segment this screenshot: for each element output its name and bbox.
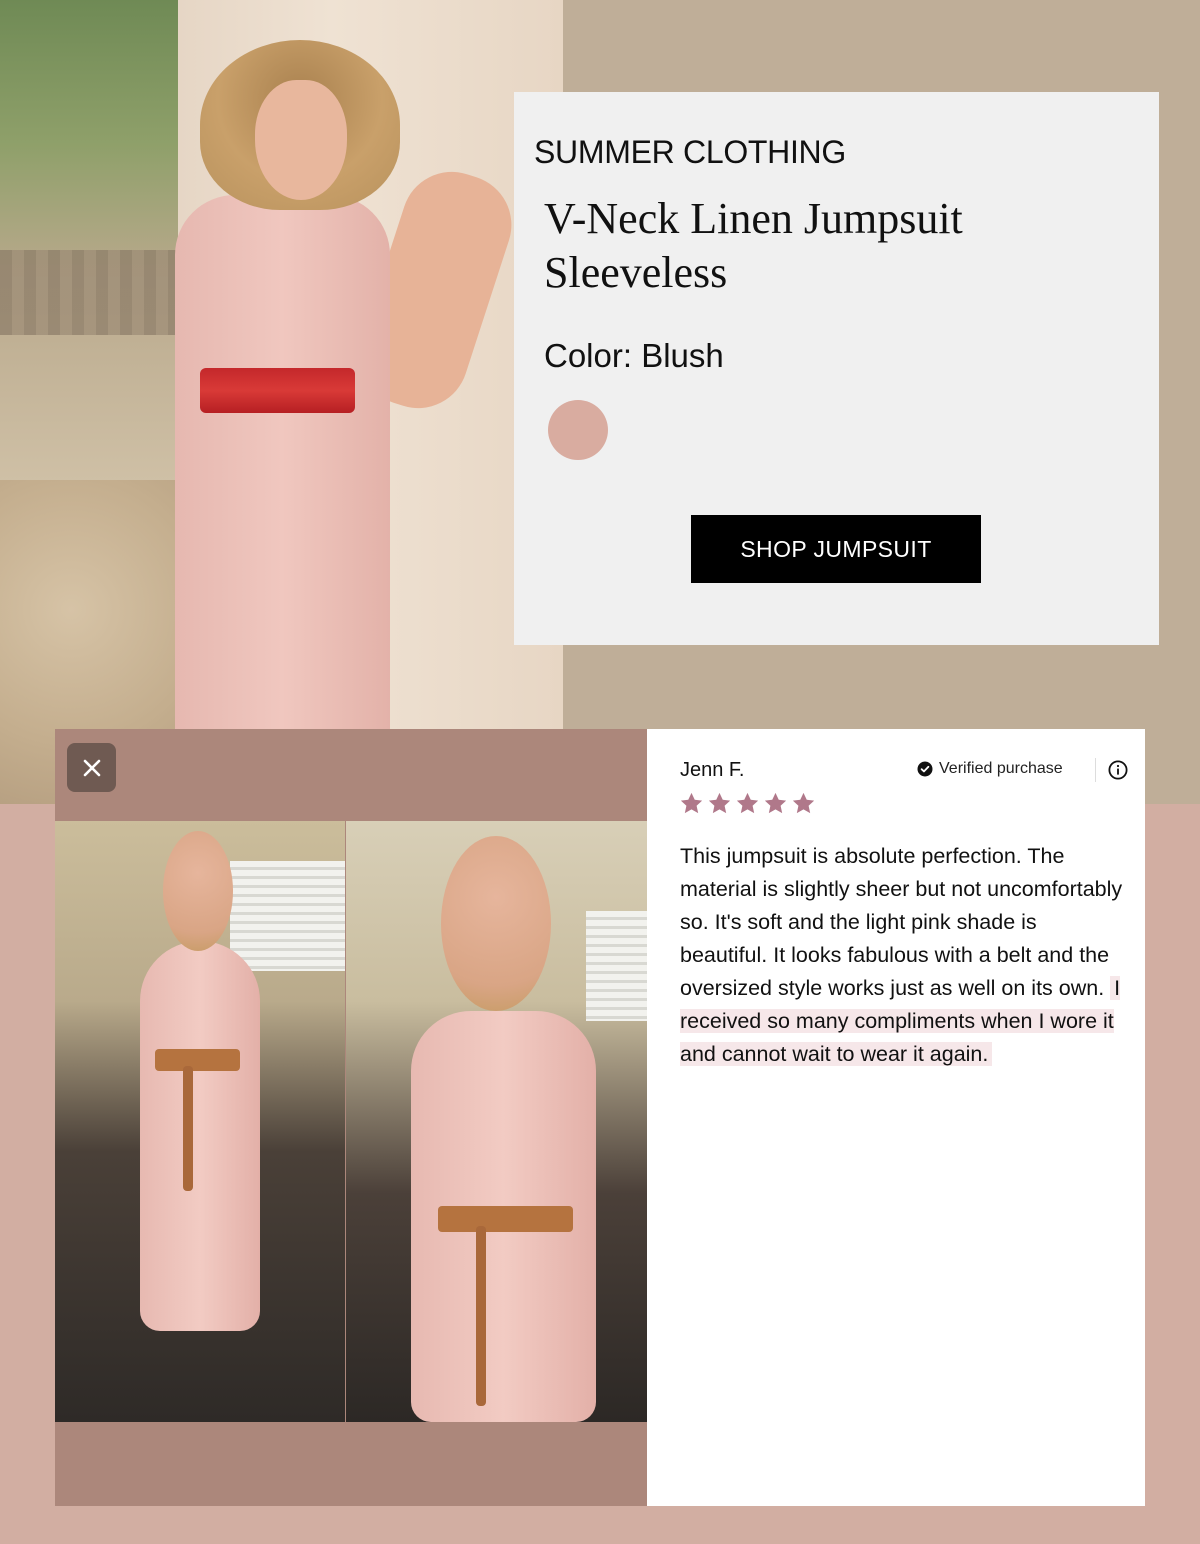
star-icon <box>736 792 759 814</box>
photo-belt <box>155 1049 240 1071</box>
star-rating <box>679 791 816 816</box>
info-icon[interactable] <box>1108 760 1128 780</box>
close-icon <box>83 759 100 776</box>
color-label: Color: Blush <box>544 337 724 374</box>
check-circle-icon <box>917 761 933 777</box>
photo-jumpsuit <box>140 941 260 1331</box>
reviewer-name: Jenn F. <box>680 759 745 781</box>
review-photos <box>55 821 647 1422</box>
review-photo-2[interactable] <box>346 821 647 1422</box>
verified-badge: Verified purchase <box>917 760 1063 778</box>
photo-red-belt <box>200 368 355 413</box>
star-icon <box>792 792 815 814</box>
star-icon <box>708 792 731 814</box>
star-icon <box>764 792 787 814</box>
photo-window <box>230 861 345 971</box>
review-text: This jumpsuit is absolute perfection. Th… <box>680 840 1128 1071</box>
review-photo-1[interactable] <box>55 821 345 1422</box>
product-category: SUMMER CLOTHING <box>534 134 846 170</box>
verified-label: Verified purchase <box>939 760 1063 777</box>
photo-model-face <box>255 80 347 200</box>
review-media-panel <box>55 729 647 1506</box>
photo-belt-tie <box>476 1226 486 1406</box>
review-panel: Jenn F. Verified purchase This jumpsuit … <box>647 729 1145 1506</box>
star-icon <box>680 792 703 814</box>
photo-model-jumpsuit <box>175 195 390 804</box>
review-body: This jumpsuit is absolute perfection. Th… <box>680 844 1123 1000</box>
close-button[interactable] <box>67 743 116 792</box>
photo-belt-tie <box>183 1066 193 1191</box>
color-swatch-blush[interactable] <box>548 400 608 460</box>
shop-jumpsuit-button[interactable]: SHOP JUMPSUIT <box>691 515 981 583</box>
photo-belt <box>438 1206 573 1232</box>
divider <box>1095 758 1096 782</box>
photo-head <box>441 836 551 1011</box>
photo-head <box>163 831 233 951</box>
photo-fence <box>0 250 178 335</box>
product-card: SUMMER CLOTHING V-Neck Linen Jumpsuit Sl… <box>514 92 1159 645</box>
photo-window <box>586 911 647 1021</box>
product-title: V-Neck Linen Jumpsuit Sleeveless <box>544 194 963 297</box>
hero-product-photo <box>0 0 563 804</box>
